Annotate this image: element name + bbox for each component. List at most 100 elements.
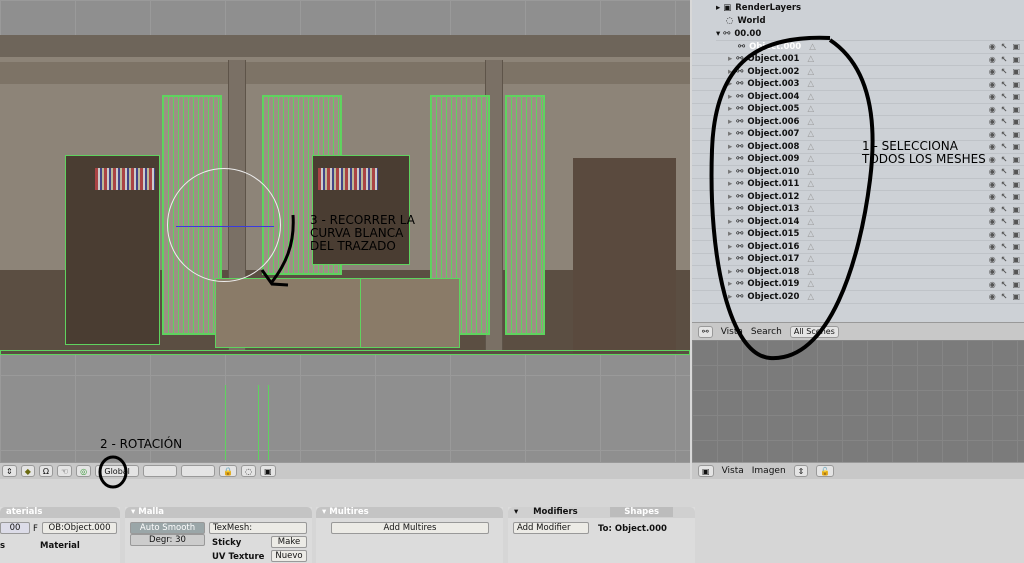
render-icon[interactable]: ▣ xyxy=(1012,230,1020,239)
eye-icon[interactable]: ◉ xyxy=(989,105,996,114)
outliner-object-row[interactable]: ▸ ⚯ Object.016 △ ◉ ↖ ▣ xyxy=(692,241,1024,254)
expand-arrow-icon[interactable]: ▸ xyxy=(728,167,732,177)
cursor-icon[interactable]: ↖ xyxy=(1001,267,1008,276)
render-icon[interactable]: ▣ xyxy=(1012,180,1020,189)
add-modifier-button[interactable]: Add Modifier xyxy=(513,522,589,534)
image-editor[interactable] xyxy=(692,340,1024,462)
editor-type-icon[interactable]: ▣ xyxy=(698,465,714,477)
eye-icon[interactable]: ◉ xyxy=(989,205,996,214)
expand-arrow-icon[interactable]: ▸ xyxy=(728,117,732,127)
expand-arrow-icon[interactable]: ▸ xyxy=(728,254,732,264)
view-menu[interactable]: Vista xyxy=(721,327,743,337)
render-icon[interactable]: ▣ xyxy=(1012,255,1020,264)
image-menu[interactable]: Imagen xyxy=(752,466,786,476)
eye-icon[interactable]: ◉ xyxy=(989,242,996,251)
eye-icon[interactable]: ◉ xyxy=(989,67,996,76)
expand-arrow-icon[interactable]: ▸ xyxy=(728,279,732,289)
cursor-icon[interactable]: ↖ xyxy=(1001,117,1008,126)
cursor-icon[interactable]: ↖ xyxy=(1001,55,1008,64)
render-icon[interactable]: ◌ xyxy=(241,465,257,477)
lock-icon[interactable]: 🔒 xyxy=(219,465,238,477)
mode-select[interactable]: ⇕ xyxy=(2,465,17,477)
expand-arrow-icon[interactable]: ▸ xyxy=(728,192,732,202)
eye-icon[interactable]: ◉ xyxy=(989,217,996,226)
expand-arrow-icon[interactable]: ▸ xyxy=(728,104,732,114)
object-name-field[interactable]: OB:Object.000 xyxy=(42,522,117,534)
outliner-object-row[interactable]: ▸ ⚯ Object.012 △ ◉ ↖ ▣ xyxy=(692,191,1024,204)
expand-arrow-icon[interactable]: ▸ xyxy=(728,242,732,252)
outliner-object-row[interactable]: ▸ ⚯ Object.019 △ ◉ ↖ ▣ xyxy=(692,279,1024,291)
outliner-scene[interactable]: ▾ ⚯ 00.00 xyxy=(716,28,1024,41)
eye-icon[interactable]: ◉ xyxy=(989,55,996,64)
orientation-select[interactable]: Global xyxy=(95,465,140,477)
outliner-renderlayers[interactable]: ▸ ▣ RenderLayers xyxy=(716,2,1024,15)
pivot-icon[interactable]: Ω xyxy=(38,465,53,477)
render-icon[interactable]: ▣ xyxy=(1012,130,1020,139)
expand-arrow-icon[interactable]: ▸ xyxy=(728,204,732,214)
eye-icon[interactable]: ◉ xyxy=(989,142,996,151)
render-icon[interactable]: ▣ xyxy=(1012,67,1020,76)
cursor-icon[interactable]: ↖ xyxy=(1001,67,1008,76)
render-icon[interactable]: ▣ xyxy=(1012,80,1020,89)
auto-smooth-toggle[interactable]: Auto Smooth xyxy=(130,522,205,534)
cursor-icon[interactable]: ↖ xyxy=(1001,130,1008,139)
rotation-gizmo[interactable] xyxy=(167,168,281,282)
search-menu[interactable]: Search xyxy=(751,327,782,337)
editor-type-icon[interactable]: ⚯ xyxy=(698,325,713,338)
expand-arrow-icon[interactable]: ▸ xyxy=(728,267,732,277)
degree-slider[interactable]: Degr: 30 xyxy=(130,534,205,546)
cursor-icon[interactable]: ↖ xyxy=(1001,292,1008,301)
expand-arrow-icon[interactable]: ▸ xyxy=(728,129,732,139)
render-icon[interactable]: ▣ xyxy=(1012,192,1020,201)
expand-arrow-icon[interactable]: ▸ xyxy=(728,79,732,89)
expand-arrow-icon[interactable]: ▸ xyxy=(728,292,732,302)
rotate-manipulator-icon[interactable]: ◎ xyxy=(76,465,92,477)
expand-arrow-icon[interactable]: ▸ xyxy=(728,179,732,189)
scenes-select[interactable]: All Scenes xyxy=(789,325,839,338)
expand-arrow-icon[interactable]: ▸ xyxy=(728,217,732,227)
outliner-object-row[interactable]: ▸ ⚯ Object.001 △ ◉ ↖ ▣ xyxy=(692,54,1024,66)
outliner-object-row[interactable]: ▸ ⚯ Object.010 △ ◉ ↖ ▣ xyxy=(692,166,1024,179)
cursor-icon[interactable]: ↖ xyxy=(1001,217,1008,226)
eye-icon[interactable]: ◉ xyxy=(989,92,996,101)
eye-icon[interactable]: ◉ xyxy=(989,267,996,276)
cursor-icon[interactable]: ↖ xyxy=(1001,167,1008,176)
cursor-icon[interactable]: ↖ xyxy=(1001,142,1008,151)
render-icon[interactable]: ▣ xyxy=(1012,142,1020,151)
draw-type-icon[interactable]: ◆ xyxy=(20,465,35,477)
eye-icon[interactable]: ◉ xyxy=(989,292,996,301)
cursor-icon[interactable]: ↖ xyxy=(1001,280,1008,289)
eye-icon[interactable]: ◉ xyxy=(989,80,996,89)
layer-buttons[interactable] xyxy=(143,465,178,477)
cursor-icon[interactable]: ↖ xyxy=(1001,242,1008,251)
outliner-object-row[interactable]: ▸ ⚯ Object.011 △ ◉ ↖ ▣ xyxy=(692,179,1024,191)
outliner-world[interactable]: ◌ World xyxy=(726,15,1024,28)
tab-modifiers[interactable]: Modifiers xyxy=(533,507,578,517)
cursor-icon[interactable]: ↖ xyxy=(1001,230,1008,239)
outliner-object-row[interactable]: ▸ ⚯ Object.014 △ ◉ ↖ ▣ xyxy=(692,216,1024,229)
cursor-icon[interactable]: ↖ xyxy=(1001,205,1008,214)
eye-icon[interactable]: ◉ xyxy=(989,130,996,139)
outliner-object-row[interactable]: ▸ ⚯ Object.017 △ ◉ ↖ ▣ xyxy=(692,254,1024,266)
outliner-object-row[interactable]: ▸ ⚯ Object.004 △ ◉ ↖ ▣ xyxy=(692,91,1024,104)
outliner-object-row[interactable]: ▸ ⚯ Object.003 △ ◉ ↖ ▣ xyxy=(692,79,1024,91)
render-icon[interactable]: ▣ xyxy=(1012,117,1020,126)
texmesh-field[interactable]: TexMesh: xyxy=(209,522,307,534)
lock-icon[interactable]: 🔓 xyxy=(816,465,835,477)
expand-arrow-icon[interactable]: ▸ xyxy=(728,92,732,102)
outliner-object-row[interactable]: ▸ ⚯ Object.005 △ ◉ ↖ ▣ xyxy=(692,104,1024,116)
eye-icon[interactable]: ◉ xyxy=(989,155,996,164)
eye-icon[interactable]: ◉ xyxy=(989,180,996,189)
outliner-object-row[interactable]: ▸ ⚯ Object.018 △ ◉ ↖ ▣ xyxy=(692,266,1024,279)
tab-shapes[interactable]: Shapes xyxy=(610,507,674,517)
material-index[interactable]: 00 xyxy=(0,522,30,534)
render-icon[interactable]: ▣ xyxy=(1012,92,1020,101)
view-menu[interactable]: Vista xyxy=(722,466,744,476)
cursor-icon[interactable]: ↖ xyxy=(1001,92,1008,101)
expand-arrow-icon[interactable]: ▸ xyxy=(728,154,732,164)
outliner-object-row[interactable]: ▸ ⚯ Object.006 △ ◉ ↖ ▣ xyxy=(692,116,1024,129)
cursor-icon[interactable]: ↖ xyxy=(1001,80,1008,89)
expand-arrow-icon[interactable]: ▸ xyxy=(728,67,732,77)
outliner-object-row[interactable]: ▸ ⚯ Object.020 △ ◉ ↖ ▣ xyxy=(692,291,1024,304)
expand-arrow-icon[interactable]: ▸ xyxy=(728,142,732,152)
